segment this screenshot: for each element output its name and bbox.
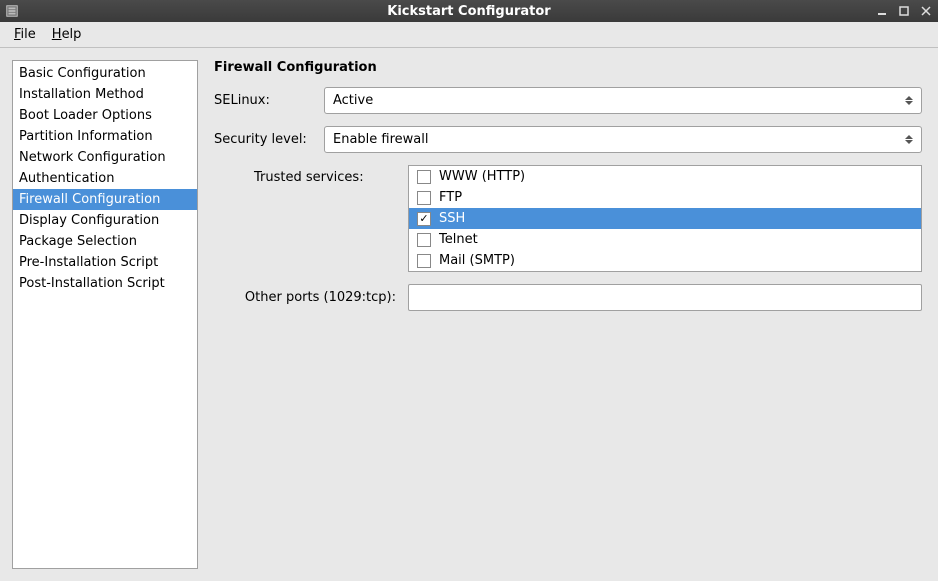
security-level-label: Security level:: [214, 132, 324, 147]
service-checkbox[interactable]: [417, 254, 431, 268]
sidebar-item[interactable]: Pre-Installation Script: [13, 252, 197, 273]
other-ports-input[interactable]: [408, 284, 922, 311]
trusted-services-list: WWW (HTTP) FTP SSH Telnet Mail (SMTP): [408, 165, 922, 272]
service-item[interactable]: Telnet: [409, 229, 921, 250]
titlebar-controls: [874, 0, 934, 22]
sidebar-item[interactable]: Package Selection: [13, 231, 197, 252]
service-label: Telnet: [439, 232, 478, 247]
page-title: Firewall Configuration: [214, 60, 922, 75]
sidebar-item[interactable]: Partition Information: [13, 126, 197, 147]
security-level-select-wrap: Enable firewall: [324, 126, 922, 153]
security-level-row: Security level: Enable firewall: [214, 126, 922, 153]
selinux-select-wrap: Active: [324, 87, 922, 114]
trusted-services-label: Trusted services:: [214, 165, 394, 185]
service-checkbox[interactable]: [417, 191, 431, 205]
sidebar-item[interactable]: Boot Loader Options: [13, 105, 197, 126]
app-icon: [4, 3, 20, 19]
content: Basic ConfigurationInstallation MethodBo…: [0, 48, 938, 581]
sidebar-item[interactable]: Network Configuration: [13, 147, 197, 168]
trusted-services-row: Trusted services: WWW (HTTP) FTP SSH Telnet…: [214, 165, 922, 272]
service-item[interactable]: SSH: [409, 208, 921, 229]
sidebar-item[interactable]: Display Configuration: [13, 210, 197, 231]
maximize-button[interactable]: [896, 3, 912, 19]
service-label: Mail (SMTP): [439, 253, 515, 268]
selinux-label: SELinux:: [214, 93, 324, 108]
selinux-row: SELinux: Active: [214, 87, 922, 114]
dropdown-spinner-icon: [901, 131, 917, 149]
sidebar-item[interactable]: Firewall Configuration: [13, 189, 197, 210]
sidebar-item[interactable]: Authentication: [13, 168, 197, 189]
service-label: SSH: [439, 211, 465, 226]
sidebar-item[interactable]: Installation Method: [13, 84, 197, 105]
service-checkbox[interactable]: [417, 170, 431, 184]
service-label: WWW (HTTP): [439, 169, 525, 184]
minimize-button[interactable]: [874, 3, 890, 19]
other-ports-row: Other ports (1029:tcp):: [214, 284, 922, 311]
sidebar: Basic ConfigurationInstallation MethodBo…: [12, 60, 198, 569]
service-checkbox[interactable]: [417, 212, 431, 226]
window-title: Kickstart Configurator: [387, 4, 550, 19]
menubar: File Help: [0, 22, 938, 48]
main-panel: Firewall Configuration SELinux: Active S…: [210, 60, 926, 569]
sidebar-item[interactable]: Basic Configuration: [13, 63, 197, 84]
service-label: FTP: [439, 190, 462, 205]
other-ports-label: Other ports (1029:tcp):: [214, 290, 408, 305]
service-item[interactable]: FTP: [409, 187, 921, 208]
selinux-select[interactable]: Active: [324, 87, 922, 114]
security-level-select[interactable]: Enable firewall: [324, 126, 922, 153]
service-item[interactable]: Mail (SMTP): [409, 250, 921, 271]
sidebar-item[interactable]: Post-Installation Script: [13, 273, 197, 294]
titlebar: Kickstart Configurator: [0, 0, 938, 22]
service-checkbox[interactable]: [417, 233, 431, 247]
menu-help[interactable]: Help: [44, 24, 90, 45]
dropdown-spinner-icon: [901, 92, 917, 110]
menu-file[interactable]: File: [6, 24, 44, 45]
service-item[interactable]: WWW (HTTP): [409, 166, 921, 187]
close-button[interactable]: [918, 3, 934, 19]
